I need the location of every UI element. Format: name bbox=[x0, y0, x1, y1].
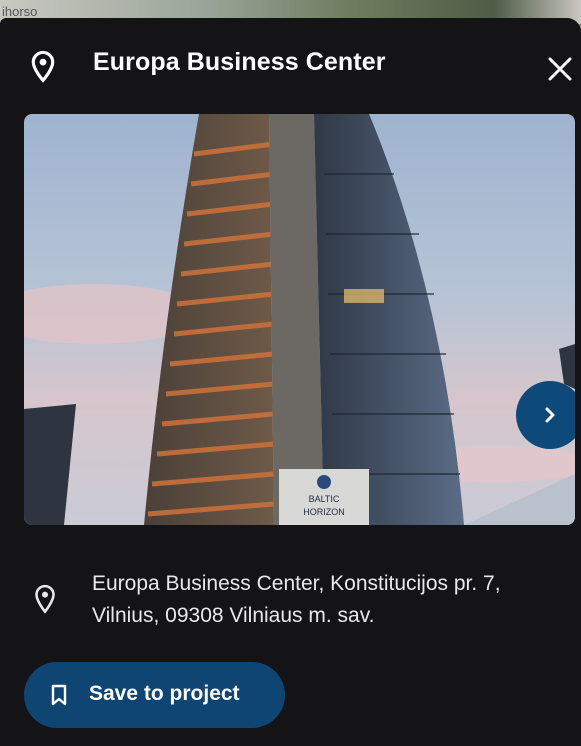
panel-header: Europa Business Center bbox=[0, 18, 581, 110]
sign-text-line2: HORIZON bbox=[303, 507, 345, 517]
bookmark-icon bbox=[51, 684, 67, 706]
map-label: ihorso bbox=[2, 4, 38, 19]
sign-text-line1: BALTIC bbox=[309, 494, 340, 504]
save-to-project-button[interactable]: Save to project bbox=[24, 662, 285, 728]
location-pin-icon bbox=[31, 50, 55, 83]
close-icon[interactable] bbox=[543, 52, 577, 86]
place-photo: BALTIC HORIZON bbox=[24, 114, 575, 525]
next-photo-button[interactable] bbox=[516, 381, 575, 449]
place-title: Europa Business Center bbox=[93, 48, 386, 76]
location-pin-icon bbox=[35, 584, 55, 614]
chevron-right-icon bbox=[545, 407, 555, 423]
building-photo-illustration: BALTIC HORIZON bbox=[24, 114, 575, 525]
place-details-panel: Europa Business Center BALTIC HORIZON Eu… bbox=[0, 18, 581, 746]
address-row: Europa Business Center, Konstitucijos pr… bbox=[0, 564, 581, 644]
address-text: Europa Business Center, Konstitucijos pr… bbox=[92, 572, 501, 627]
save-button-label: Save to project bbox=[89, 682, 240, 705]
